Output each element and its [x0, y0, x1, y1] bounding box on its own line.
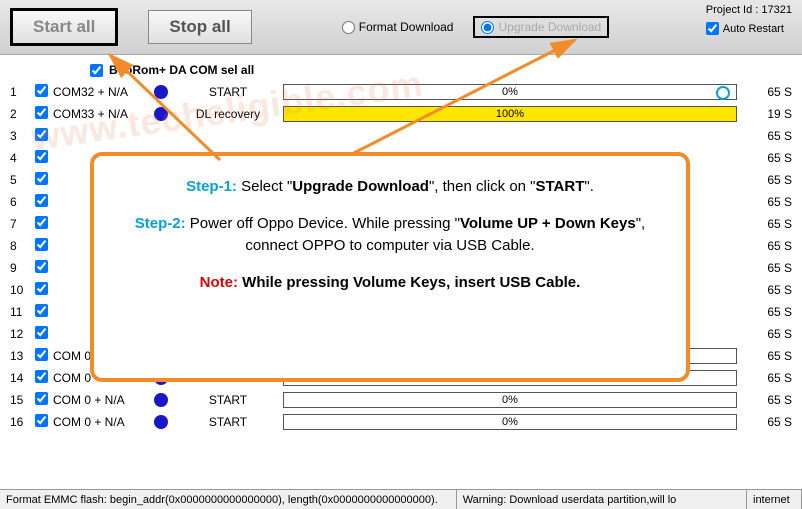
row-index: 13: [10, 349, 35, 363]
row-time: 65 S: [737, 239, 792, 253]
row-index: 15: [10, 393, 35, 407]
row-index: 10: [10, 283, 35, 297]
row-com: COM 0 + N/A: [53, 393, 148, 407]
row-checkbox[interactable]: [35, 172, 48, 185]
row-status: START: [173, 85, 283, 99]
status-dot-icon: [154, 107, 168, 121]
statusbar-right: internet: [747, 490, 802, 509]
row-checkbox[interactable]: [35, 84, 48, 97]
project-id-label: Project Id : 17321: [706, 4, 792, 16]
row-index: 1: [10, 85, 35, 99]
auto-restart-checkbox[interactable]: Auto Restart: [706, 22, 792, 35]
row-index: 7: [10, 217, 35, 231]
row-index: 3: [10, 129, 35, 143]
row-checkbox[interactable]: [35, 370, 48, 383]
progress-bar: 0%: [283, 414, 737, 430]
table-row: 1 COM32 + N/A START0%65 S: [0, 81, 802, 103]
row-time: 65 S: [737, 129, 792, 143]
row-checkbox[interactable]: [35, 150, 48, 163]
row-checkbox[interactable]: [35, 238, 48, 251]
row-index: 2: [10, 107, 35, 121]
statusbar-mid: Warning: Download userdata partition,wil…: [457, 490, 747, 509]
row-status: DL recovery: [173, 107, 283, 121]
progress-bar: 100%: [283, 106, 737, 122]
statusbar-left: Format EMMC flash: begin_addr(0x00000000…: [0, 490, 457, 509]
row-status: START: [173, 415, 283, 429]
table-row: 15 COM 0 + N/A START0%65 S: [0, 389, 802, 411]
row-index: 9: [10, 261, 35, 275]
row-index: 4: [10, 151, 35, 165]
step2-label: Step-2:: [135, 215, 186, 232]
row-checkbox[interactable]: [35, 326, 48, 339]
upgrade-download-radio[interactable]: Upgrade Download: [473, 16, 609, 38]
table-row: 3 65 S: [0, 125, 802, 147]
stop-all-button[interactable]: Stop all: [148, 10, 251, 44]
status-bar: Format EMMC flash: begin_addr(0x00000000…: [0, 489, 802, 509]
row-time: 65 S: [737, 349, 792, 363]
row-com: COM 0 + N/A: [53, 415, 148, 429]
row-time: 65 S: [737, 371, 792, 385]
row-time: 65 S: [737, 261, 792, 275]
row-checkbox[interactable]: [35, 392, 48, 405]
select-all-row: BooRom+ DA COM sel all: [0, 55, 802, 81]
status-dot-icon: [154, 415, 168, 429]
row-index: 11: [10, 305, 35, 319]
row-com: COM32 + N/A: [53, 85, 148, 99]
row-checkbox[interactable]: [35, 106, 48, 119]
row-checkbox[interactable]: [35, 260, 48, 273]
row-time: 65 S: [737, 415, 792, 429]
row-time: 65 S: [737, 195, 792, 209]
auto-restart-label: Auto Restart: [723, 23, 784, 35]
row-checkbox[interactable]: [35, 216, 48, 229]
progress-bar: 0%: [283, 392, 737, 408]
row-com: COM33 + N/A: [53, 107, 148, 121]
row-time: 65 S: [737, 327, 792, 341]
row-index: 16: [10, 415, 35, 429]
table-row: 2 COM33 + N/A DL recovery100%19 S: [0, 103, 802, 125]
row-checkbox[interactable]: [35, 128, 48, 141]
start-all-button[interactable]: Start all: [10, 8, 118, 46]
toolbar: Start all Stop all Format Download Upgra…: [0, 0, 802, 55]
step1-label: Step-1:: [186, 178, 237, 195]
ring-icon: [716, 86, 730, 100]
row-time: 65 S: [737, 173, 792, 187]
row-checkbox[interactable]: [35, 348, 48, 361]
row-index: 5: [10, 173, 35, 187]
row-time: 65 S: [737, 217, 792, 231]
format-download-radio[interactable]: Format Download: [342, 20, 454, 34]
status-dot-icon: [154, 85, 168, 99]
row-checkbox[interactable]: [35, 194, 48, 207]
row-status: START: [173, 393, 283, 407]
row-checkbox[interactable]: [35, 282, 48, 295]
status-dot-icon: [154, 393, 168, 407]
row-index: 14: [10, 371, 35, 385]
upgrade-download-label: Upgrade Download: [498, 20, 601, 34]
select-all-checkbox[interactable]: [90, 64, 103, 77]
instruction-overlay: Step-1: Select "Upgrade Download", then …: [90, 152, 690, 382]
row-checkbox[interactable]: [35, 304, 48, 317]
row-index: 8: [10, 239, 35, 253]
row-checkbox[interactable]: [35, 414, 48, 427]
select-all-label: BooRom+ DA COM sel all: [109, 63, 254, 77]
row-time: 19 S: [737, 107, 792, 121]
table-row: 16 COM 0 + N/A START0%65 S: [0, 411, 802, 433]
format-download-label: Format Download: [359, 20, 454, 34]
row-time: 65 S: [737, 151, 792, 165]
note-label: Note:: [200, 274, 238, 291]
row-index: 12: [10, 327, 35, 341]
row-index: 6: [10, 195, 35, 209]
row-time: 65 S: [737, 393, 792, 407]
row-time: 65 S: [737, 85, 792, 99]
row-time: 65 S: [737, 283, 792, 297]
row-time: 65 S: [737, 305, 792, 319]
progress-bar: 0%: [283, 84, 737, 100]
